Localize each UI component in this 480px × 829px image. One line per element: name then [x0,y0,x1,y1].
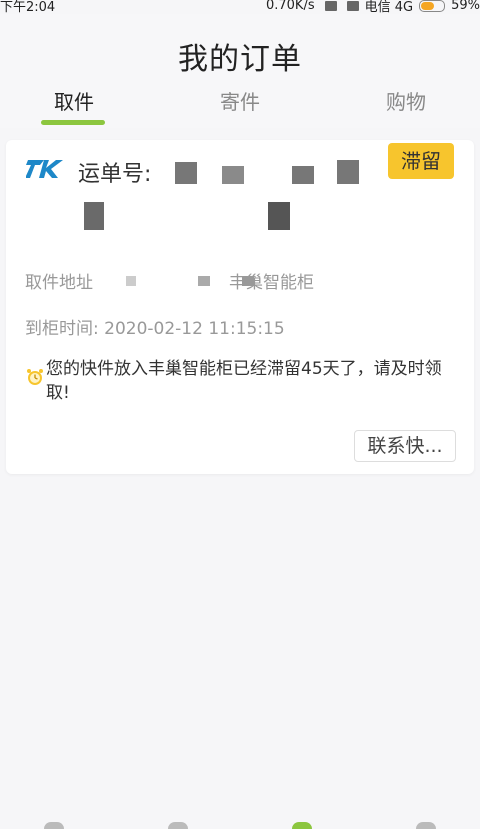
header: 我的订单 取件 寄件 购物 [0,14,480,128]
page-title: 我的订单 [178,42,302,77]
arrival-time: 到柜时间: 2020-02-12 11:15:15 [25,319,285,339]
status-time: 下午2:04 [0,0,56,15]
redacted-block [292,166,314,184]
tab-active-indicator [41,120,105,125]
battery-icon [419,0,446,12]
pickup-address-prefix: 取件地址 [25,273,93,293]
signal-icon [346,0,359,11]
redacted-block [84,202,104,230]
bottom-nav [0,820,480,829]
redacted-block [242,276,254,286]
redacted-block [268,202,290,230]
alarm-clock-icon [27,369,43,385]
status-bar: 下午2:04 0.70K/s 电信 4G 59% [0,0,480,15]
retention-notice: 您的快件放入丰巢智能柜已经滞留45天了，请及时领取! [46,359,442,403]
waybill-label: 运单号: [78,162,152,187]
nav-orders-icon[interactable] [292,822,312,829]
redacted-block [337,160,359,184]
status-right: 0.70K/s 电信 4G 59% [266,0,480,15]
nav-bag-icon[interactable] [168,822,188,829]
battery-fill [421,1,435,10]
network-speed: 0.70K/s [265,0,315,13]
tab-send[interactable]: 寄件 [180,86,300,115]
wifi-icon [324,0,337,11]
tab-shopping[interactable]: 购物 [346,86,466,115]
nav-home-icon[interactable] [44,822,64,829]
tab-pickup[interactable]: 取件 [14,86,134,115]
order-card[interactable]: 运单号: 滞留 取件地址 丰巢智能柜 到柜时间: 2020-02-12 11:15… [6,140,474,474]
carrier-label: 电信 4G [364,0,414,15]
redacted-block [175,162,197,184]
contact-courier-button[interactable]: 联系快... [354,430,456,462]
redacted-block [198,276,210,286]
status-badge: 滞留 [388,143,454,179]
nav-profile-icon[interactable] [416,822,436,829]
pickup-address: 取件地址 丰巢智能柜 [25,268,314,293]
redacted-block [222,166,244,184]
battery-percent: 59% [451,0,480,13]
courier-logo-icon [26,156,64,182]
redacted-block [126,276,136,286]
